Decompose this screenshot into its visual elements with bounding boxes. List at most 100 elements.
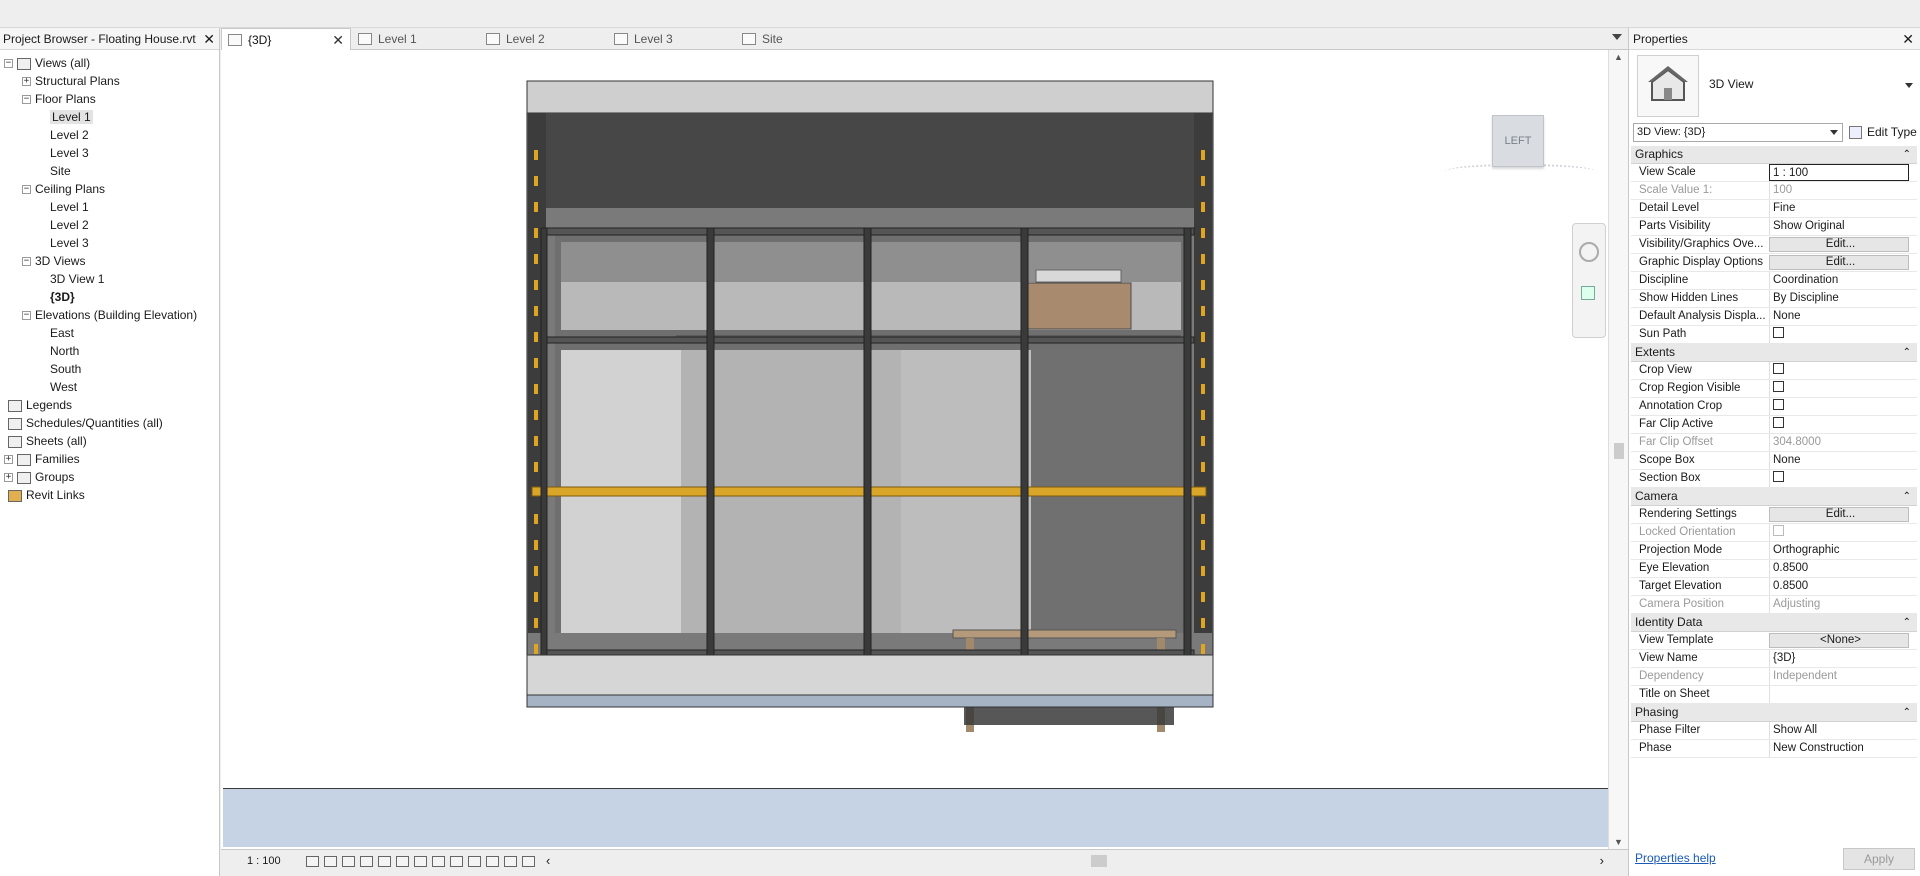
property-value[interactable]: {3D} [1769,650,1909,667]
viewcube[interactable]: LEFT [1492,115,1544,167]
browser-item-3d-current[interactable]: {3D} [50,288,75,306]
collapse-icon[interactable]: ⌃ [1903,704,1911,721]
browser-item-schedules[interactable]: Schedules/Quantities (all) [8,414,163,432]
section-header[interactable]: Identity Data ⌃ [1631,614,1917,632]
browser-item-fp-site[interactable]: Site [50,162,71,180]
property-edit-button[interactable]: Edit... [1769,237,1909,252]
property-value[interactable]: Orthographic [1769,542,1909,559]
viewcube-face-label[interactable]: LEFT [1505,135,1532,147]
sun-path-icon[interactable] [342,856,355,867]
browser-item-fp-level-2[interactable]: Level 2 [50,126,89,144]
browser-item-cp-level-2[interactable]: Level 2 [50,216,89,234]
property-value[interactable]: By Discipline [1769,290,1909,307]
browser-item-views-all[interactable]: − Views (all) [4,54,90,72]
section-header[interactable]: Graphics ⌃ [1631,146,1917,164]
property-value[interactable]: None [1769,308,1909,325]
property-value[interactable]: 0.8500 [1769,560,1909,577]
worksharing-icon[interactable] [504,856,517,867]
analytical-model-icon[interactable] [522,856,535,867]
property-value[interactable]: 1 : 100 [1769,164,1909,181]
properties-help-link[interactable]: Properties help [1635,851,1716,865]
browser-item-floor-plans[interactable]: − Floor Plans [22,90,96,108]
tab-site[interactable]: Site [736,28,864,50]
browser-item-fp-level-3[interactable]: Level 3 [50,144,89,162]
temporary-properties-icon[interactable] [486,856,499,867]
property-value[interactable]: Coordination [1769,272,1909,289]
property-value[interactable]: None [1769,452,1909,469]
browser-item-elev-north[interactable]: North [50,342,79,360]
browser-item-families[interactable]: + Families [4,450,80,468]
browser-item-groups[interactable]: + Groups [4,468,74,486]
3d-viewport[interactable] [221,50,1608,849]
browser-item-3d-views[interactable]: −3D Views [22,252,85,270]
apply-button[interactable]: Apply [1843,848,1915,870]
close-icon[interactable]: ✕ [332,29,344,51]
browser-item-structural-plans[interactable]: + Structural Plans [22,72,120,90]
expand-icon[interactable]: + [22,77,31,87]
browser-item-cp-level-3[interactable]: Level 3 [50,234,89,252]
property-checkbox-cell[interactable] [1769,470,1909,487]
close-icon[interactable]: ✕ [1902,28,1914,50]
close-icon[interactable]: ✕ [203,28,215,50]
vertical-scrollbar[interactable]: ▲ ▼ [1608,50,1628,849]
scroll-thumb[interactable] [1614,443,1624,459]
property-value[interactable]: New Construction [1769,740,1909,757]
browser-item-elev-east[interactable]: East [50,324,74,342]
horizontal-scroll-thumb[interactable] [1091,855,1107,867]
view-scale[interactable]: 1 : 100 [247,855,281,867]
property-value[interactable]: Fine [1769,200,1909,217]
property-value[interactable] [1769,686,1909,703]
property-checkbox-cell[interactable] [1769,416,1909,433]
collapse-icon[interactable]: − [22,95,31,105]
checkbox[interactable] [1773,363,1784,375]
steering-wheel-icon[interactable] [1579,242,1599,262]
tab-level-2[interactable]: Level 2 [480,28,608,50]
visual-style-icon[interactable] [324,856,337,867]
tab-level-3[interactable]: Level 3 [608,28,736,50]
collapse-icon[interactable]: ⌃ [1903,146,1911,163]
property-edit-button[interactable]: Edit... [1769,255,1909,270]
browser-item-sheets[interactable]: Sheets (all) [8,432,87,450]
view-selector-dropdown[interactable]: 3D View: {3D} [1633,123,1843,142]
scroll-up-icon[interactable]: ▲ [1614,52,1623,62]
scroll-down-icon[interactable]: ▼ [1614,837,1623,847]
tab-level-1[interactable]: Level 1 [352,28,480,50]
browser-item-fp-level-1[interactable]: Level 1 [50,108,93,126]
browser-item-cp-level-1[interactable]: Level 1 [50,198,89,216]
crop-view-icon[interactable] [396,856,409,867]
checkbox[interactable] [1773,471,1784,483]
scroll-right-icon[interactable]: › [1600,853,1604,868]
property-value[interactable]: Show All [1769,722,1909,739]
property-edit-button[interactable]: Edit... [1769,507,1909,522]
property-checkbox-cell[interactable] [1769,362,1909,379]
section-header[interactable]: Phasing ⌃ [1631,704,1917,722]
shadows-icon[interactable] [360,856,373,867]
collapse-icon[interactable]: ⌃ [1903,614,1911,631]
checkbox[interactable] [1773,327,1784,339]
lock-view-icon[interactable] [432,856,445,867]
property-value[interactable]: 0.8500 [1769,578,1909,595]
tab-menu-chevron-down-icon[interactable] [1612,34,1622,40]
collapse-icon[interactable]: ⌃ [1903,488,1911,505]
hide-isolate-icon[interactable] [450,856,463,867]
section-header[interactable]: Extents ⌃ [1631,344,1917,362]
edit-type-button[interactable]: Edit Type [1847,123,1917,142]
collapse-icon[interactable]: − [4,59,13,69]
browser-item-elev-west[interactable]: West [50,378,77,396]
browser-item-revit-links[interactable]: Revit Links [8,486,85,504]
zoom-icon[interactable] [1581,286,1595,300]
collapse-icon[interactable]: − [22,257,31,267]
reveal-hidden-icon[interactable] [468,856,481,867]
collapse-icon[interactable]: − [22,185,31,195]
property-value[interactable]: Show Original [1769,218,1909,235]
property-checkbox-cell[interactable] [1769,398,1909,415]
scroll-left-icon[interactable]: ‹ [546,853,550,868]
property-checkbox-cell[interactable] [1769,326,1909,343]
browser-item-ceiling-plans[interactable]: − Ceiling Plans [22,180,105,198]
collapse-icon[interactable]: ⌃ [1903,344,1911,361]
type-selector[interactable]: 3D View [1633,53,1917,119]
browser-item-3d-view-1[interactable]: 3D View 1 [50,270,104,288]
rendering-icon[interactable] [378,856,391,867]
browser-item-elev-south[interactable]: South [50,360,81,378]
browser-item-legends[interactable]: Legends [8,396,72,414]
